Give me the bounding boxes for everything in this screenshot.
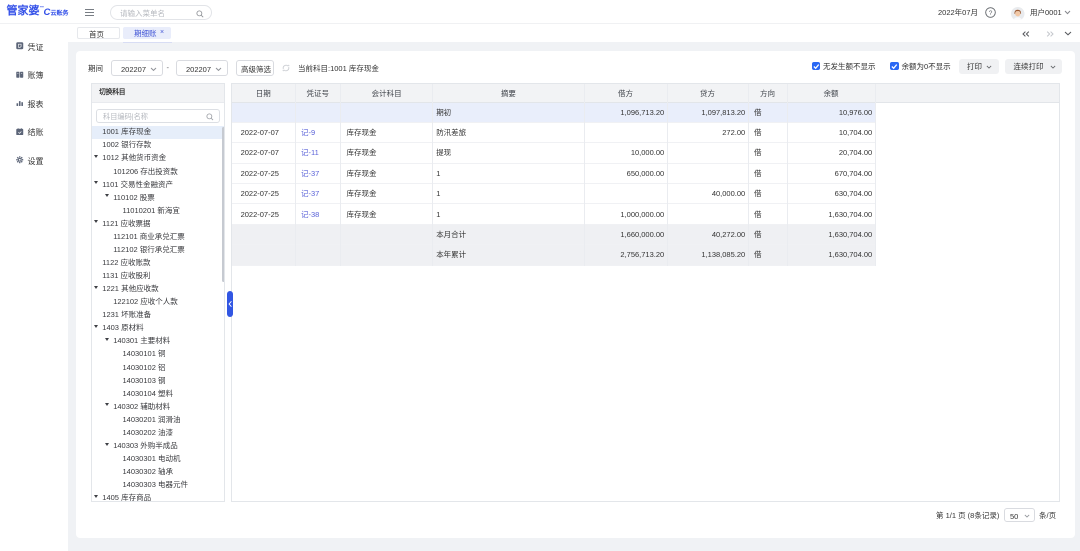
svg-text:?: ? — [989, 10, 993, 17]
